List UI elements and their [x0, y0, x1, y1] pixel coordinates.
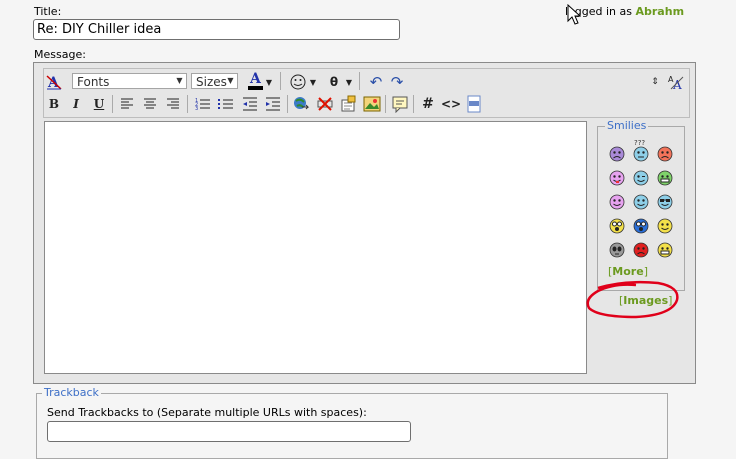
insert-image-icon[interactable] — [362, 94, 382, 114]
toggle-mode-icon[interactable]: AA — [666, 72, 686, 92]
toolbar-divider — [280, 72, 281, 90]
tongue-icon[interactable] — [609, 170, 625, 186]
sizes-select[interactable]: Sizes ▼ — [191, 73, 238, 89]
resize-editor-icon[interactable]: ⇕ — [645, 72, 665, 92]
more-bracket-close: ] — [643, 265, 648, 278]
toolbar-divider — [112, 95, 113, 113]
trackback-instructions: Send Trackbacks to (Separate multiple UR… — [47, 406, 367, 419]
toolbar-divider — [359, 72, 360, 90]
cool-icon[interactable] — [657, 194, 673, 210]
align-center-icon[interactable] — [140, 94, 160, 114]
sizes-select-label: Sizes — [196, 75, 227, 89]
toolbar-divider — [287, 95, 288, 113]
bullet-list-icon[interactable] — [216, 94, 236, 114]
redo-icon[interactable]: ↷ — [387, 72, 407, 92]
title-label: Title: — [34, 5, 62, 18]
fonts-select-label: Fonts — [77, 75, 110, 89]
mouse-cursor-icon — [567, 4, 581, 25]
username-link[interactable]: Abrahm — [636, 5, 685, 18]
chevron-down-icon: ▼ — [227, 76, 234, 85]
trackback-url-input[interactable] — [47, 421, 411, 442]
message-label: Message: — [34, 48, 86, 61]
smiley-dropdown-icon[interactable]: ▼ — [308, 72, 318, 92]
toolbar-divider — [187, 95, 188, 113]
numbered-list-icon[interactable]: 123 — [193, 94, 213, 114]
alien-icon[interactable] — [609, 242, 625, 258]
sleepy-icon[interactable] — [633, 194, 649, 210]
wrap-hash-button[interactable]: # — [418, 94, 438, 114]
wrap-php-icon[interactable] — [464, 94, 484, 114]
align-left-icon[interactable] — [117, 94, 137, 114]
attachment-icon[interactable] — [338, 94, 358, 114]
grin-icon[interactable] — [657, 170, 673, 186]
svg-text:A: A — [249, 71, 262, 87]
font-color-dropdown-icon[interactable]: ▼ — [264, 72, 274, 92]
logged-in-status: logged in as Abrahm — [565, 5, 684, 18]
outdent-icon[interactable] — [240, 94, 260, 114]
title-input[interactable]: Re: DIY Chiller idea — [33, 19, 400, 40]
smilies-legend: Smilies — [605, 119, 649, 132]
wrap-code-button[interactable]: <> — [441, 94, 461, 114]
angry-icon[interactable] — [657, 146, 673, 162]
smiley-insert-icon[interactable] — [288, 72, 308, 92]
shocked-icon[interactable] — [609, 218, 625, 234]
insert-link-icon[interactable] — [291, 94, 311, 114]
mad-icon[interactable] — [633, 242, 649, 258]
smile-icon[interactable] — [657, 218, 673, 234]
sad-icon[interactable] — [609, 146, 625, 162]
confused-icon[interactable] — [633, 146, 649, 162]
more-label: More — [612, 265, 644, 278]
surprised-icon[interactable] — [633, 218, 649, 234]
remove-format-icon[interactable]: A — [44, 72, 64, 92]
underline-button[interactable]: U — [89, 94, 109, 114]
more-smilies-link[interactable]: [More] — [608, 265, 648, 278]
message-textarea[interactable] — [44, 121, 587, 374]
chevron-down-icon: ▼ — [176, 76, 183, 85]
align-right-icon[interactable] — [163, 94, 183, 114]
italic-button[interactable]: I — [66, 94, 86, 114]
blush-icon[interactable] — [609, 194, 625, 210]
toolbar-divider — [413, 95, 414, 113]
quote-icon[interactable] — [390, 94, 410, 114]
indent-icon[interactable] — [263, 94, 283, 114]
happy-icon[interactable] — [657, 242, 673, 258]
special-char-dropdown-icon[interactable]: ▼ — [344, 72, 354, 92]
fonts-select[interactable]: Fonts ▼ — [72, 73, 187, 89]
svg-text:3: 3 — [195, 106, 198, 111]
special-char-icon[interactable]: θ — [324, 72, 344, 92]
wink-icon[interactable] — [633, 170, 649, 186]
bold-button[interactable]: B — [44, 94, 64, 114]
remove-link-icon[interactable] — [315, 94, 335, 114]
annotation-circle — [586, 280, 679, 319]
undo-icon[interactable]: ↶ — [366, 72, 386, 92]
toolbar-divider — [385, 95, 386, 113]
trackback-legend: Trackback — [42, 386, 101, 399]
font-color-icon[interactable]: A — [246, 71, 266, 91]
